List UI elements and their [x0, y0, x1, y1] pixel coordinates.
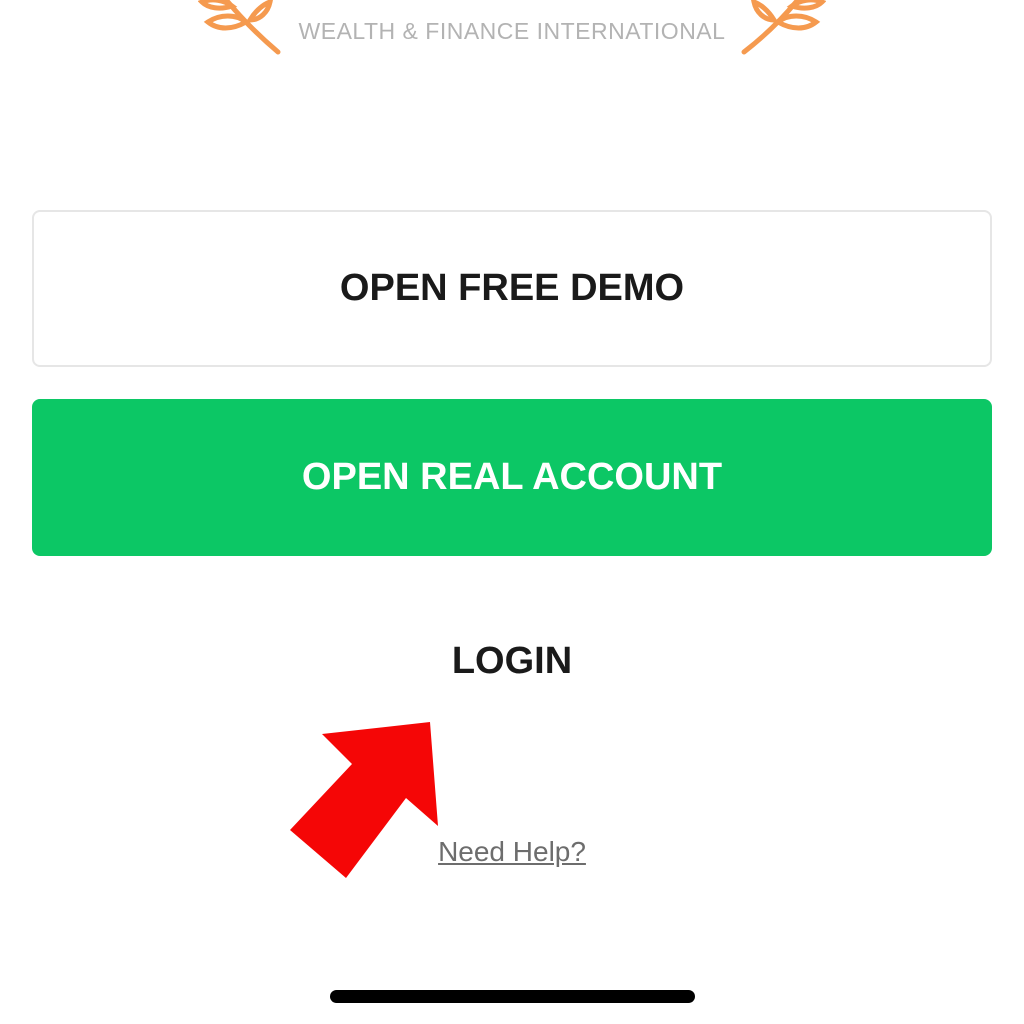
award-title: WEALTH & FINANCE INTERNATIONAL — [298, 18, 726, 44]
open-real-account-button[interactable]: OPEN REAL ACCOUNT — [32, 399, 992, 556]
home-indicator[interactable] — [330, 990, 695, 1003]
award-banner: WEALTH & FINANCE INTERNATIONAL — [0, 0, 1024, 70]
need-help-link[interactable]: Need Help? — [0, 836, 1024, 868]
open-real-account-label: OPEN REAL ACCOUNT — [301, 456, 723, 498]
red-arrow-icon — [290, 722, 438, 878]
welcome-screen: WEALTH & FINANCE INTERNATIONAL OPEN FREE… — [0, 0, 1024, 1024]
login-button[interactable]: LOGIN — [0, 640, 1024, 683]
laurel-right-icon — [741, 0, 826, 55]
open-free-demo-label: OPEN FREE DEMO — [339, 267, 685, 309]
open-free-demo-button[interactable]: OPEN FREE DEMO — [32, 210, 992, 367]
